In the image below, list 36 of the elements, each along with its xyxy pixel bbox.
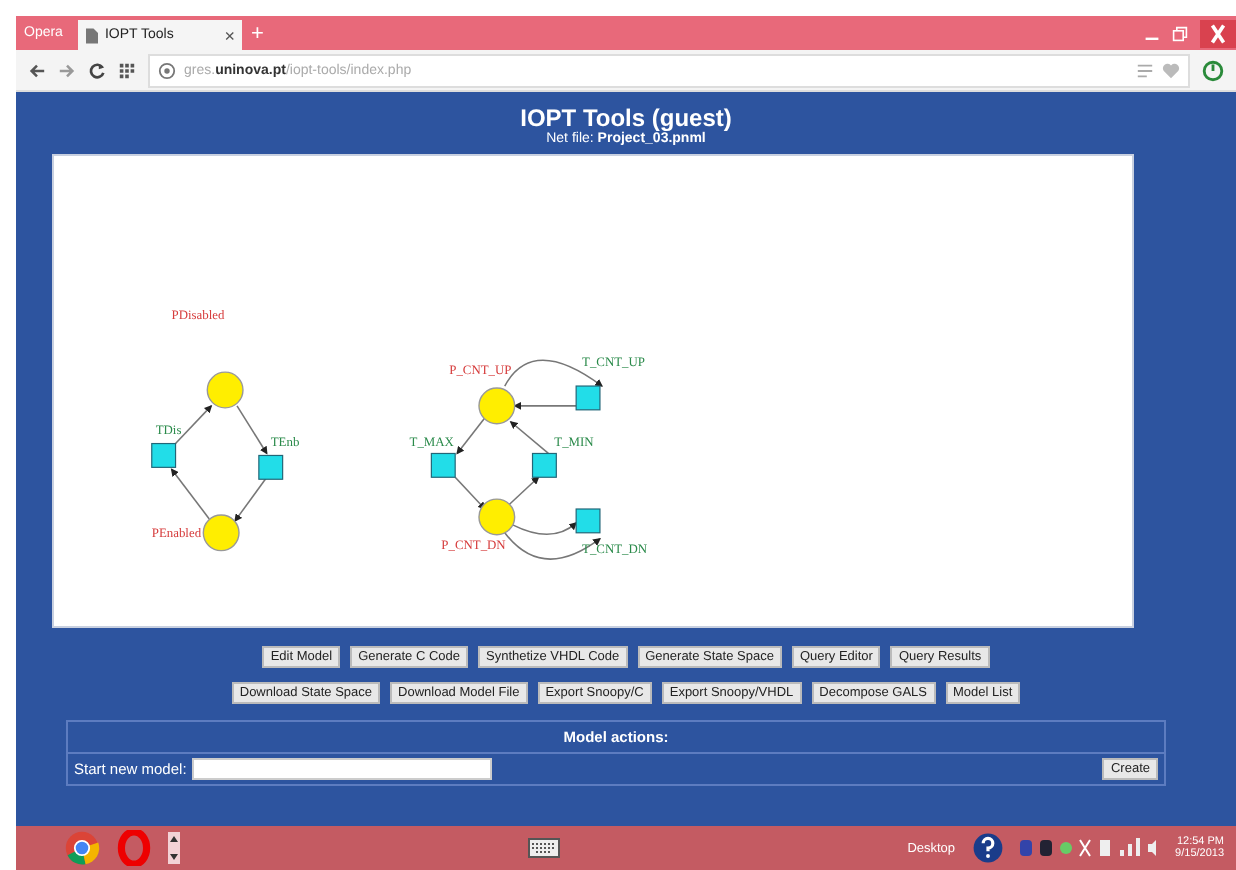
restore-icon[interactable] [1172, 25, 1188, 41]
arc-arrow [455, 416, 485, 455]
page-icon [86, 27, 99, 43]
help-icon[interactable] [971, 832, 1004, 864]
close-icon[interactable] [1200, 19, 1236, 47]
transition-node [574, 508, 600, 534]
page-title: IOPT Tools (guest) [520, 104, 732, 132]
globe-icon [158, 61, 176, 79]
transition-node [257, 454, 283, 480]
place-node [201, 514, 239, 552]
place-node [205, 371, 243, 409]
arc-arrow [233, 476, 267, 522]
place-node [477, 387, 515, 425]
transition-node [150, 442, 176, 468]
arc-arrow [453, 476, 485, 510]
power-icon[interactable] [1202, 59, 1224, 81]
reader-icon[interactable] [1136, 61, 1154, 79]
system-tray-icons-drawing[interactable] [1019, 836, 1160, 860]
reload-icon[interactable] [88, 61, 106, 79]
transition-node [530, 452, 556, 478]
place-node [477, 498, 515, 536]
grid-icon[interactable] [118, 61, 136, 79]
arc-arrow [235, 405, 267, 455]
arc-arrow [512, 401, 576, 410]
transition-node [574, 385, 600, 411]
arc-arrow [508, 420, 549, 455]
model-name-field[interactable] [192, 758, 493, 780]
chrome-icon[interactable] [64, 830, 100, 866]
transition-node [429, 452, 455, 478]
forward-icon[interactable] [58, 61, 76, 79]
back-icon[interactable] [28, 61, 46, 79]
scroll-arrows-icon[interactable] [168, 832, 180, 864]
keyboard-icon[interactable] [527, 838, 560, 858]
arc-arrow [506, 476, 539, 506]
close-tab-button[interactable]: × [224, 25, 235, 45]
arc-arrow [169, 468, 210, 520]
